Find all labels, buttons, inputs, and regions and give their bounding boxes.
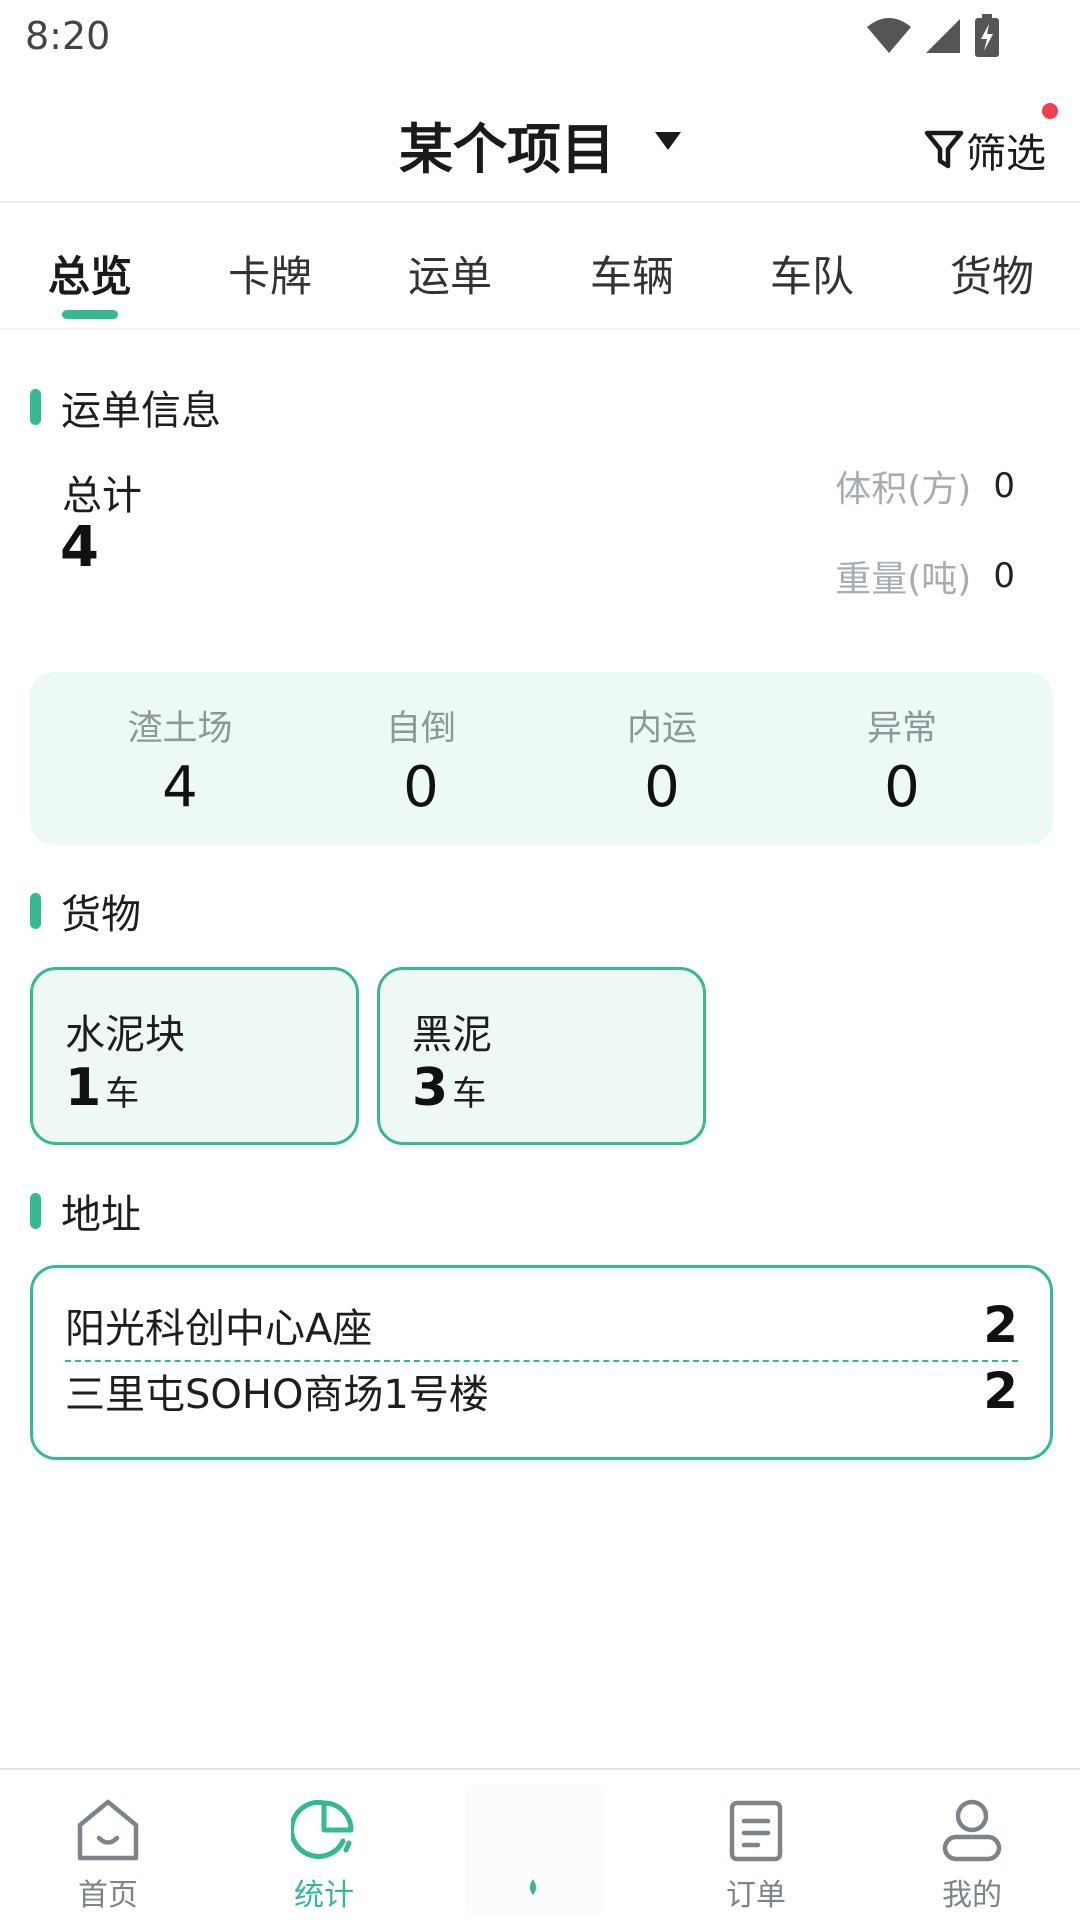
filter-button[interactable]: 筛选 [924,121,1046,179]
section-title: 地址 [61,1192,141,1238]
active-tab-indicator [62,310,118,319]
type-item-dumpsite[interactable]: 渣土场 4 [60,700,300,820]
nav-label: 订单 [726,1878,786,1913]
address-name: 阳光科创中心A座 [65,1306,373,1352]
header: 某个项目 筛选 [0,75,1080,203]
type-item-internal[interactable]: 内运 0 [542,700,782,820]
nav-center-placeholder[interactable] [465,1785,605,1915]
tab-bar: 总览 卡牌 运单 车辆 车队 货物 [0,205,1080,330]
project-name[interactable]: 某个项目 [399,105,615,184]
goods-card[interactable]: 水泥块 1 车 [30,967,359,1145]
goods-name: 水泥块 [65,1012,185,1058]
status-bar: 8:20 [0,0,1080,75]
section-goods: 货物 [30,882,141,940]
goods-card[interactable]: 黑泥 3 车 [377,967,706,1145]
notification-badge [1042,103,1058,119]
tab-goods[interactable]: 货物 [922,243,1062,304]
nav-profile[interactable]: 我的 [902,1790,1042,1914]
home-icon [77,1799,139,1861]
volume-value: 0 [993,466,1015,506]
total-value: 4 [60,515,99,580]
volume-metric: 体积(方) 0 [835,460,1015,512]
type-value: 4 [162,755,198,820]
signal-icon [926,19,960,53]
status-time: 8:20 [25,14,111,58]
dropdown-caret-icon[interactable] [655,131,681,150]
filter-icon [924,130,964,169]
profile-icon [942,1799,1002,1862]
goods-count-number: 1 [65,1058,102,1118]
tab-cards[interactable]: 卡牌 [200,243,340,304]
type-item-abnormal[interactable]: 异常 0 [782,700,1022,820]
nav-label: 统计 [294,1878,354,1913]
section-marker [30,893,41,929]
drop-icon [530,1879,536,1895]
order-icon [729,1800,783,1862]
section-marker [30,389,41,425]
tab-fleets[interactable]: 车队 [742,243,882,304]
type-value: 0 [884,755,920,820]
nav-home[interactable]: 首页 [38,1790,178,1914]
filter-label: 筛选 [966,131,1046,177]
status-icons [866,14,1000,58]
type-value: 0 [403,755,439,820]
address-count: 2 [983,1362,1018,1420]
type-label: 内运 [626,709,697,749]
volume-label: 体积(方) [835,469,972,510]
goods-count-unit: 车 [452,1074,487,1114]
goods-count-unit: 车 [105,1074,140,1114]
type-label: 自倒 [385,709,456,749]
wifi-icon [867,18,911,53]
nav-statistics[interactable]: 统计 [254,1790,394,1914]
type-value: 0 [644,755,680,820]
weight-label: 重量(吨) [835,559,972,600]
total-label: 总计 [62,473,142,519]
section-title: 运单信息 [61,388,221,434]
address-row[interactable]: 阳光科创中心A座 2 [65,1296,1018,1354]
address-name: 三里屯SOHO商场1号楼 [65,1372,489,1418]
bottom-nav: 首页 统计 订单 我的 [0,1768,1080,1920]
weight-value: 0 [993,556,1015,596]
section-address: 地址 [30,1182,141,1240]
project-selector[interactable]: 某个项目 [0,105,1080,184]
goods-count-number: 3 [412,1058,449,1118]
goods-name: 黑泥 [412,1012,492,1058]
goods-count: 3 车 [412,1058,486,1118]
address-row[interactable]: 三里屯SOHO商场1号楼 2 [65,1362,1018,1420]
address-count: 2 [983,1296,1018,1354]
battery-icon [975,14,999,57]
nav-orders[interactable]: 订单 [686,1790,826,1914]
nav-label: 我的 [942,1878,1002,1913]
section-marker [30,1193,41,1229]
type-label: 异常 [866,709,937,749]
type-item-self-dump[interactable]: 自倒 0 [301,700,541,820]
section-waybill-info: 运单信息 [30,378,221,436]
type-label: 渣土场 [127,709,233,749]
address-card: 阳光科创中心A座 2 三里屯SOHO商场1号楼 2 [30,1265,1053,1460]
nav-label: 首页 [78,1878,138,1913]
tab-vehicles[interactable]: 车辆 [562,243,702,304]
section-title: 货物 [61,892,141,938]
waybill-type-summary: 渣土场 4 自倒 0 内运 0 异常 0 [30,672,1053,845]
statistics-icon [291,1799,354,1859]
weight-metric: 重量(吨) 0 [835,550,1015,602]
tab-overview[interactable]: 总览 [20,243,160,304]
tab-waybills[interactable]: 运单 [380,243,520,304]
goods-count: 1 车 [65,1058,139,1118]
